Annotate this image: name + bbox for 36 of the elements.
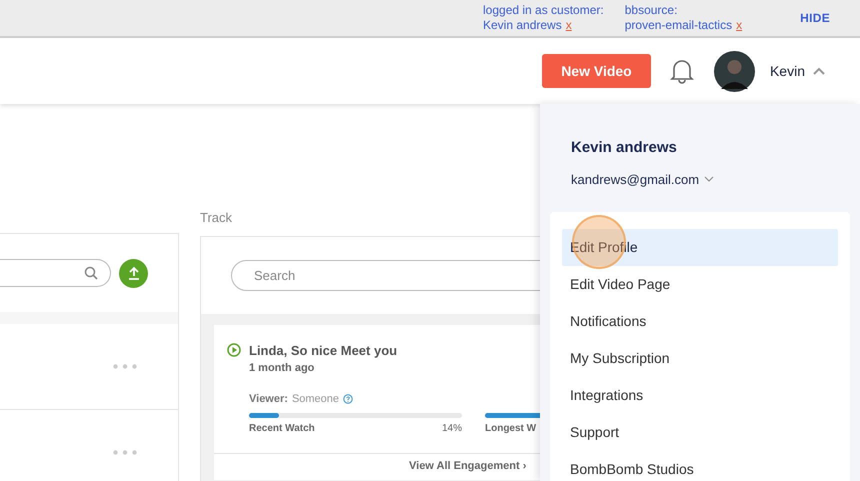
user-name[interactable]: Kevin (770, 60, 805, 82)
video-title[interactable]: Linda, So nice Meet you (249, 340, 398, 360)
search-field[interactable]: Search (231, 260, 540, 290)
help-icon[interactable] (343, 394, 354, 404)
menu-item[interactable]: Notifications (562, 303, 838, 340)
viewer-value: Someone (292, 392, 340, 406)
menu-item[interactable]: Edit Video Page (562, 266, 838, 303)
metric-label: Longest W (485, 422, 536, 436)
customer-label: logged in as customer: (483, 3, 604, 18)
account-email[interactable]: kandrews@gmail.com (571, 170, 700, 189)
bell-icon[interactable] (670, 58, 694, 84)
viewer-label: Viewer: (249, 392, 288, 406)
search-icon (84, 266, 98, 280)
customer-name: Kevin andrews (483, 18, 562, 33)
more-icon[interactable] (113, 364, 137, 369)
menu-item[interactable]: Support (562, 414, 838, 451)
account-name: Kevin andrews (571, 138, 678, 158)
upload-icon (126, 266, 140, 280)
time-text: 1 month ago (249, 361, 316, 376)
menu-item[interactable]: BombBomb Studios (562, 451, 838, 481)
chevron-down-icon[interactable] (704, 176, 714, 182)
upload-button[interactable] (119, 258, 148, 288)
view-engagement-link[interactable]: View All Engagement › (409, 458, 526, 475)
metric-value: 14% (442, 422, 462, 436)
metric-label: Recent Watch (249, 422, 315, 436)
hide-link[interactable]: HIDE (800, 10, 830, 26)
section-label: Track (200, 209, 234, 227)
avatar[interactable] (714, 50, 755, 92)
source-value: proven-email-tactics (624, 18, 732, 33)
more-icon[interactable] (113, 450, 137, 455)
play-icon[interactable] (227, 343, 241, 358)
menu-item[interactable]: Integrations (562, 377, 838, 414)
search-field[interactable] (0, 259, 111, 287)
menu-item[interactable]: My Subscription (562, 340, 838, 377)
caret-icon[interactable] (813, 67, 825, 75)
source-label: bbsource: (624, 3, 678, 18)
